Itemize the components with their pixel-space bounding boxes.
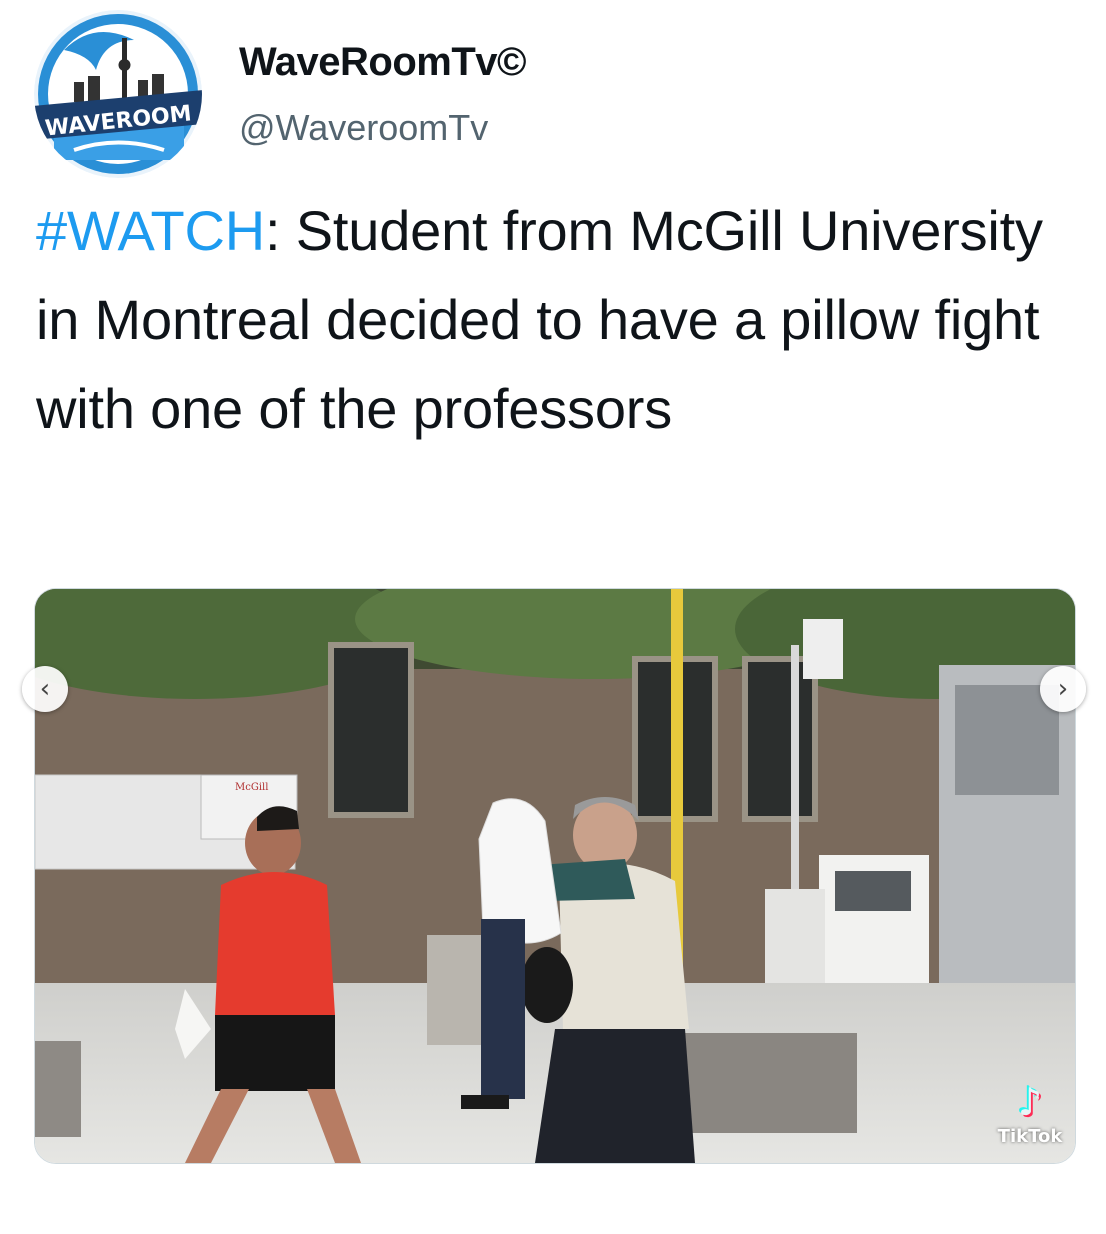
avatar[interactable]: WAVEROOM: [34, 10, 202, 178]
mcgill-sign: McGill: [235, 782, 268, 793]
hashtag-link[interactable]: #WATCH: [36, 199, 265, 262]
display-name[interactable]: WaveRoomTv©: [239, 38, 526, 86]
tiktok-label: TikTok: [997, 1126, 1063, 1147]
carousel-prev-button[interactable]: ‹: [22, 666, 68, 712]
tweet-text: #WATCH: Student from McGill University i…: [36, 186, 1086, 453]
tweet-header: WAVEROOM WaveRoomTv© @WaveroomTv: [34, 10, 1074, 180]
chevron-left-icon: ‹: [39, 674, 51, 704]
carousel-next-button[interactable]: ›: [1040, 666, 1086, 712]
tweet-media[interactable]: McGill: [34, 588, 1076, 1164]
tiktok-icon: ♪: [1017, 1080, 1043, 1124]
chevron-right-icon: ›: [1057, 674, 1069, 704]
user-handle[interactable]: @WaveroomTv: [239, 106, 526, 150]
waveroom-logo-icon: WAVEROOM: [34, 10, 202, 178]
video-thumbnail: McGill: [35, 589, 1075, 1163]
tiktok-watermark: ♪ TikTok: [990, 1082, 1070, 1147]
